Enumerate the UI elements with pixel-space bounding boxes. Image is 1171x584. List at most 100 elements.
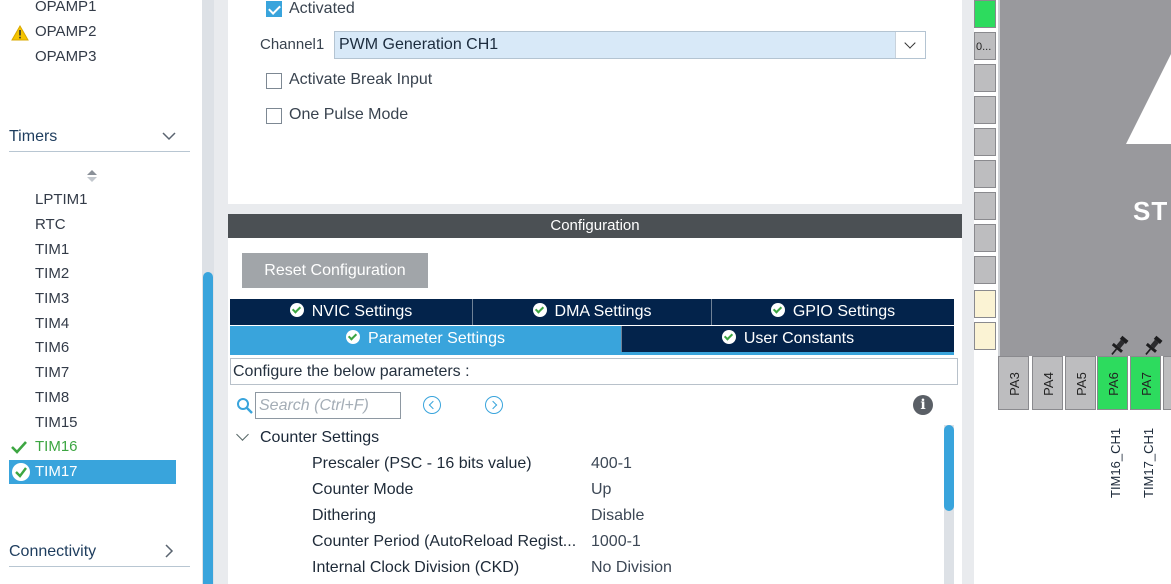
sidebar-item-opamp1[interactable]: OPAMP1: [35, 0, 96, 16]
one-pulse-checkbox[interactable]: [266, 108, 282, 124]
break-input-label: Activate Break Input: [289, 71, 433, 88]
chip-left-pin[interactable]: [974, 224, 996, 252]
pin-next[interactable]: [1163, 356, 1171, 410]
params-scroll-thumb[interactable]: [944, 425, 954, 511]
break-input-checkbox[interactable]: [266, 73, 282, 89]
tab-user-constants[interactable]: User Constants: [622, 326, 954, 352]
check-circle-icon: [770, 303, 785, 317]
checkmark-icon: [11, 441, 27, 454]
sidebar-scroll-thumb[interactable]: [203, 272, 213, 584]
sidebar-item-tim17[interactable]: TIM17: [9, 460, 176, 484]
chip-left-pin[interactable]: [974, 128, 996, 156]
splitter-horizontal[interactable]: [228, 204, 962, 214]
param-value[interactable]: 400-1: [591, 455, 632, 473]
sidebar-item-lptim1[interactable]: LPTIM1: [35, 191, 88, 209]
sidebar-item-opamp2[interactable]: OPAMP2: [35, 23, 96, 41]
info-icon[interactable]: i: [913, 395, 933, 415]
left-pin-label: 0...: [976, 41, 992, 53]
pin-pa3[interactable]: PA3: [998, 356, 1029, 410]
tab-parameter-settings[interactable]: Parameter Settings: [230, 326, 622, 352]
parameters-description: Configure the below parameters :: [230, 358, 958, 385]
param-value[interactable]: Disable: [591, 507, 644, 525]
sidebar-item-tim16[interactable]: TIM16: [35, 438, 78, 456]
tab-label: DMA Settings: [554, 303, 652, 320]
next-match-icon[interactable]: [485, 396, 503, 414]
warning-icon: [11, 25, 29, 41]
chevron-down-icon[interactable]: [895, 32, 925, 58]
pin-label: PA4: [1041, 372, 1056, 396]
search-icon[interactable]: [236, 397, 254, 415]
tab-label: NVIC Settings: [311, 303, 413, 320]
check-circle-icon: [346, 330, 361, 344]
sidebar-item-label: TIM17: [35, 463, 78, 480]
tab-label: User Constants: [743, 330, 855, 347]
channel1-label: Channel1: [260, 36, 325, 53]
pushpin-icon: [1145, 335, 1163, 355]
chip-left-pin[interactable]: 0...: [974, 32, 996, 60]
splitter-left[interactable]: [214, 0, 228, 584]
sort-icon[interactable]: [86, 169, 98, 183]
activated-checkbox[interactable]: [266, 1, 282, 17]
st-logo-icon: [1126, 54, 1171, 144]
search-input[interactable]: Search (Ctrl+F): [255, 392, 401, 419]
sidebar-item-tim8[interactable]: TIM8: [35, 389, 69, 407]
param-value[interactable]: No Division: [591, 559, 672, 577]
channel1-value: PWM Generation CH1: [339, 36, 499, 53]
param-name: Counter Period (AutoReload Regist...: [312, 533, 577, 550]
sidebar-item-rtc[interactable]: RTC: [35, 216, 66, 234]
chip-left-pin[interactable]: [974, 96, 996, 124]
sidebar-item-tim2[interactable]: TIM2: [35, 265, 69, 283]
chevron-right-icon: [165, 544, 174, 558]
chip-left-pin[interactable]: [974, 290, 996, 318]
splitter-right[interactable]: [962, 0, 974, 584]
tab-underline: [230, 352, 954, 355]
pushpin-icon: [1111, 335, 1129, 355]
peripheral-sidebar: OPAMP1 OPAMP2 OPAMP3 Timers LPTIM1 RTC T…: [0, 0, 202, 584]
connectivity-section-header[interactable]: Connectivity: [9, 543, 190, 567]
configuration-header: Configuration: [228, 214, 962, 238]
sidebar-item-opamp3[interactable]: OPAMP3: [35, 48, 96, 66]
tab-nvic-settings[interactable]: NVIC Settings: [230, 299, 473, 325]
chip-left-pin[interactable]: [974, 256, 996, 284]
sidebar-item-tim1[interactable]: TIM1: [35, 241, 69, 259]
pin-pa5[interactable]: PA5: [1065, 356, 1096, 410]
sidebar-item-tim3[interactable]: TIM3: [35, 290, 69, 308]
chevron-down-icon: [162, 132, 176, 141]
pin-pa4[interactable]: PA4: [1032, 356, 1063, 410]
check-circle-icon: [721, 330, 736, 344]
param-name: Dithering: [312, 507, 377, 524]
signal-label-text: TIM16_CH1: [1108, 427, 1123, 498]
previous-match-icon[interactable]: [423, 396, 441, 414]
pin-pa7[interactable]: PA7: [1130, 356, 1161, 410]
sidebar-item-tim7[interactable]: TIM7: [35, 364, 69, 382]
chip-left-pin[interactable]: [974, 322, 996, 350]
chip-left-pin[interactable]: [974, 64, 996, 92]
check-circle-icon: [532, 303, 547, 317]
param-name: Prescaler (PSC - 16 bits value): [312, 455, 532, 472]
tab-dma-settings[interactable]: DMA Settings: [473, 299, 712, 325]
timers-section-label: Timers: [9, 128, 58, 145]
param-value[interactable]: 1000-1: [591, 533, 641, 551]
pin-label: PA3: [1007, 372, 1022, 396]
param-value[interactable]: Up: [591, 481, 611, 499]
pin-label: PA5: [1074, 372, 1089, 396]
param-name: Internal Clock Division (CKD): [312, 559, 520, 576]
sidebar-item-tim15[interactable]: TIM15: [35, 414, 78, 432]
chip-left-pin[interactable]: [974, 192, 996, 220]
counter-settings-group[interactable]: Counter Settings: [260, 429, 379, 447]
pin-pa6[interactable]: PA6: [1097, 356, 1128, 410]
activated-label: Activated: [289, 0, 355, 17]
chip-left-pin[interactable]: [974, 0, 996, 28]
timers-section-header[interactable]: Timers: [9, 128, 190, 152]
sidebar-item-tim4[interactable]: TIM4: [35, 315, 69, 333]
chip-brand-text: ST: [1133, 196, 1169, 226]
tab-gpio-settings[interactable]: GPIO Settings: [712, 299, 954, 325]
chip-left-pin[interactable]: [974, 160, 996, 188]
one-pulse-label: One Pulse Mode: [289, 106, 409, 123]
signal-label-text: TIM17_CH1: [1141, 427, 1156, 498]
reset-configuration-button[interactable]: Reset Configuration: [242, 253, 428, 288]
sidebar-item-tim6[interactable]: TIM6: [35, 339, 69, 357]
channel1-select[interactable]: PWM Generation CH1: [334, 31, 926, 59]
param-name: Counter Mode: [312, 481, 414, 498]
pin-label: PA7: [1139, 372, 1154, 396]
